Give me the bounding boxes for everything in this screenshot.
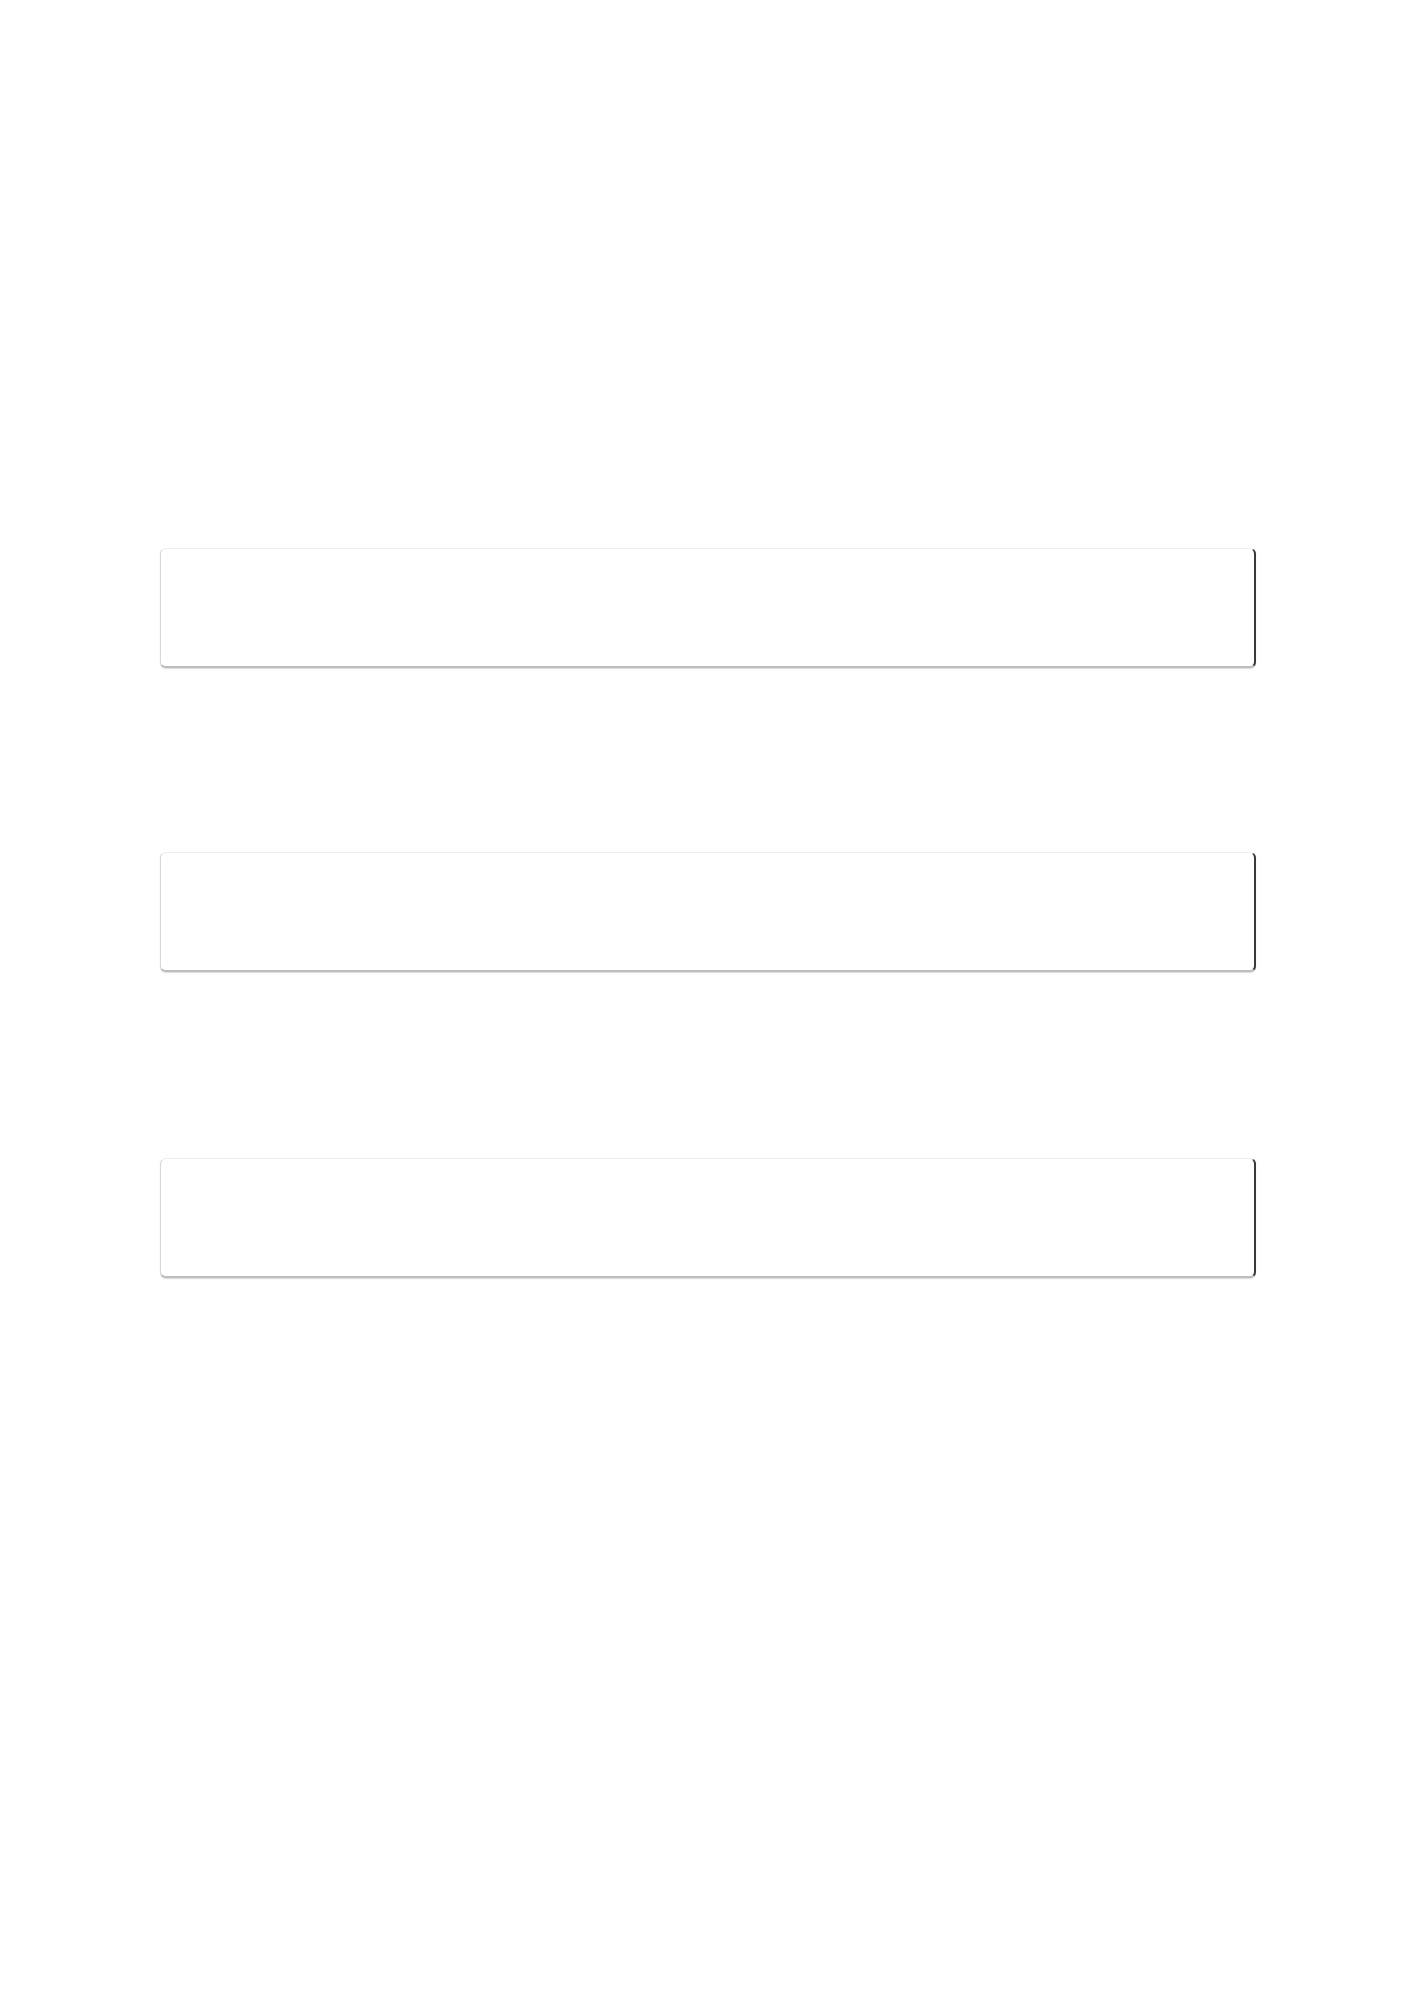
page: [0, 0, 1414, 2000]
text-field-2[interactable]: [160, 852, 1256, 972]
text-field-3[interactable]: [160, 1158, 1256, 1278]
text-field-1[interactable]: [160, 548, 1256, 668]
